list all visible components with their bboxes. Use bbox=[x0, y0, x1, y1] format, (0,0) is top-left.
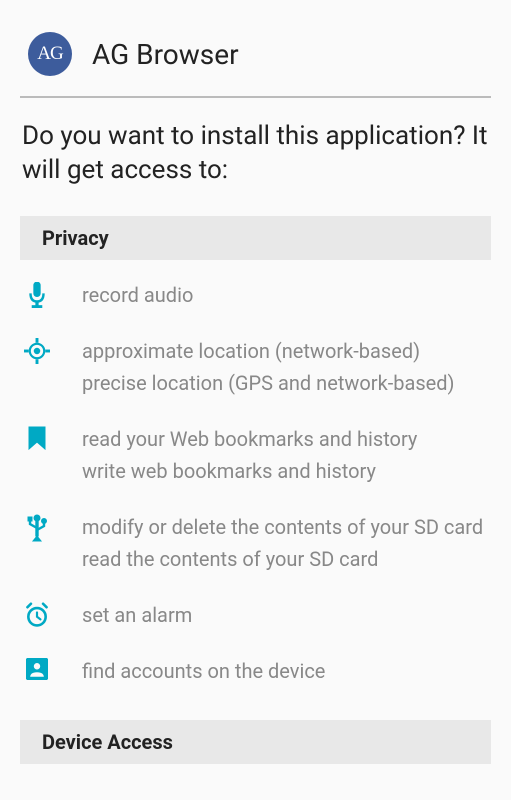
permission-text: find accounts on the device bbox=[82, 656, 489, 688]
account-icon bbox=[22, 656, 52, 680]
install-prompt: Do you want to install this application?… bbox=[0, 98, 511, 216]
privacy-permissions-list: record audio approximate location (netwo… bbox=[0, 260, 511, 708]
microphone-icon bbox=[22, 280, 52, 308]
app-icon: AG bbox=[28, 32, 72, 76]
permission-row: modify or delete the contents of your SD… bbox=[0, 500, 511, 588]
alarm-icon bbox=[22, 600, 52, 628]
permission-row: read your Web bookmarks and history writ… bbox=[0, 412, 511, 500]
permission-row: set an alarm bbox=[0, 588, 511, 644]
bookmark-icon bbox=[22, 424, 52, 450]
usb-icon bbox=[22, 512, 52, 542]
permission-text: modify or delete the contents of your SD… bbox=[82, 512, 489, 576]
location-icon bbox=[22, 336, 52, 364]
section-privacy-header: Privacy bbox=[20, 216, 491, 260]
app-header: AG AG Browser bbox=[0, 0, 511, 96]
permission-text: record audio bbox=[82, 280, 489, 312]
permission-row: approximate location (network-based) pre… bbox=[0, 324, 511, 412]
permission-text: set an alarm bbox=[82, 600, 489, 632]
permission-row: record audio bbox=[0, 268, 511, 324]
permission-text: read your Web bookmarks and history writ… bbox=[82, 424, 489, 488]
permission-row: find accounts on the device bbox=[0, 644, 511, 700]
app-name: AG Browser bbox=[92, 38, 239, 71]
permission-text: approximate location (network-based) pre… bbox=[82, 336, 489, 400]
section-device-access-header: Device Access bbox=[20, 720, 491, 764]
